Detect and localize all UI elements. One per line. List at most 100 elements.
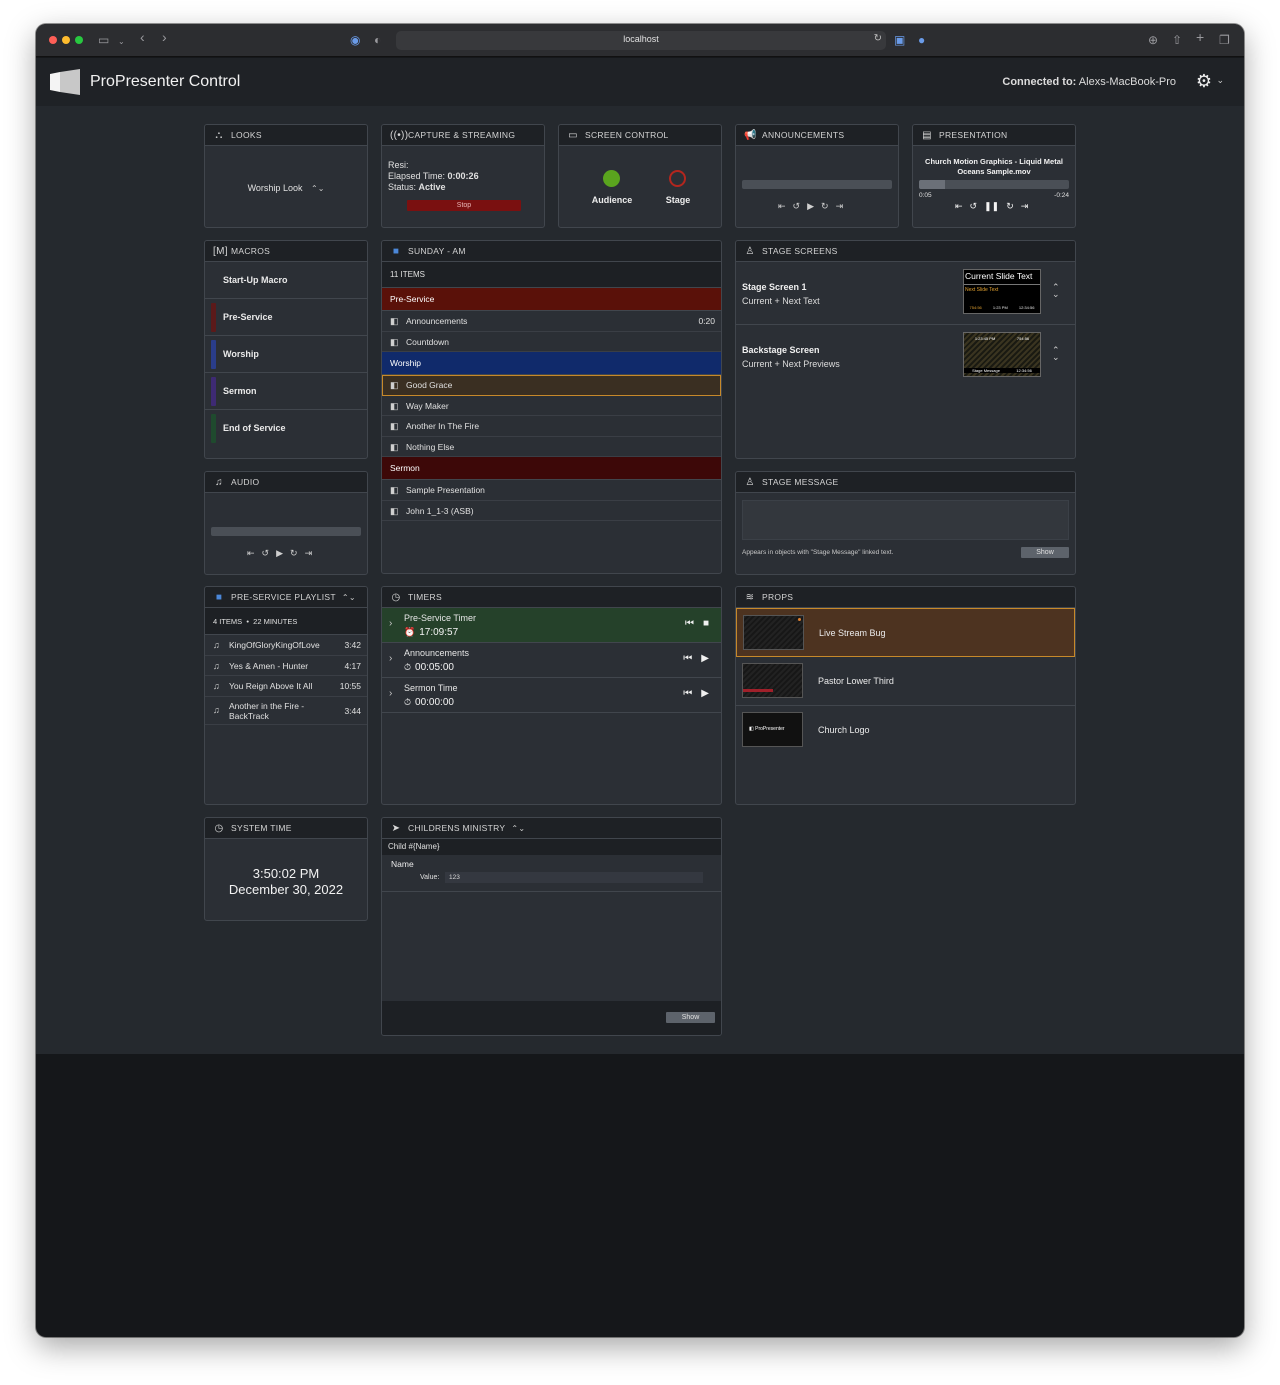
reset-icon[interactable]: ⏮ <box>683 653 692 664</box>
childrens-ministry-header[interactable]: ➤ CHILDRENS MINISTRY ⌃⌄ <box>382 818 721 839</box>
close-window-button[interactable] <box>49 36 57 44</box>
preview-clock: 12:34:56 <box>1016 368 1032 373</box>
rewind-icon[interactable]: ↺ <box>262 548 270 559</box>
audio-item[interactable]: ♫ Another in the Fire - BackTrack 3:44 <box>205 697 367 725</box>
back-icon[interactable]: ‹ <box>140 29 145 45</box>
playlist-item[interactable]: ◧ Way Maker <box>382 396 721 416</box>
prop-item[interactable]: ◧ ProPresenter Church Logo <box>736 706 1075 755</box>
extension-icon[interactable]: ◉ <box>350 32 360 48</box>
audio-item[interactable]: ♫ KingOfGloryKingOfLove 3:42 <box>205 635 367 656</box>
rewind-icon[interactable]: ↺ <box>970 201 978 212</box>
rewind-icon[interactable]: ↺ <box>793 201 801 212</box>
password-icon[interactable]: ● <box>918 32 925 48</box>
chevron-right-icon[interactable]: › <box>389 618 392 629</box>
macro-item[interactable]: Worship <box>205 336 367 373</box>
prop-item[interactable]: Pastor Lower Third <box>736 657 1075 706</box>
play-icon[interactable]: ▶ <box>807 201 814 212</box>
prop-item-selected[interactable]: Live Stream Bug <box>736 608 1075 657</box>
macro-item[interactable]: End of Service <box>205 410 367 447</box>
announcements-progress[interactable] <box>742 180 892 189</box>
stage-message-show-button[interactable]: Show <box>1021 547 1069 558</box>
forward-icon[interactable]: ↻ <box>821 201 829 212</box>
zoom-window-button[interactable] <box>75 36 83 44</box>
minimize-window-button[interactable] <box>62 36 70 44</box>
stage-toggle[interactable] <box>669 170 686 187</box>
new-tab-icon[interactable]: + <box>1196 29 1204 45</box>
macro-item[interactable]: Start-Up Macro <box>205 262 367 299</box>
playlist-section-pre-service[interactable]: Pre-Service <box>382 288 721 311</box>
reset-icon[interactable]: ⏮ <box>685 618 694 629</box>
stop-capture-button[interactable]: Stop <box>407 200 521 211</box>
broadcast-icon: ((•)) <box>390 129 409 141</box>
next-slide-icon[interactable]: ⇥ <box>836 201 844 212</box>
preview-status-row: Stage Message 12:34:56 <box>964 368 1040 373</box>
macros-header: [M] MACROS <box>205 241 367 262</box>
childrens-ministry-show-button[interactable]: Show <box>666 1012 715 1023</box>
audio-progress[interactable] <box>211 527 361 536</box>
play-icon[interactable]: ▶ <box>701 688 709 699</box>
chevron-updown-icon[interactable]: ⌃ ⌄ <box>1052 346 1060 362</box>
gear-icon[interactable]: ⚙ <box>1196 71 1212 92</box>
audio-item[interactable]: ♫ Yes & Amen - Hunter 4:17 <box>205 656 367 676</box>
playlist-item[interactable]: ◧ John 1_1-3 (ASB) <box>382 501 721 521</box>
extension-icon[interactable]: ▣ <box>894 32 905 48</box>
chevron-down-icon[interactable]: ⌄ <box>1216 75 1224 86</box>
play-icon[interactable]: ▶ <box>701 653 709 664</box>
sidebar-toggle-icon[interactable]: ▭ <box>98 32 109 48</box>
playlist-section-sermon[interactable]: Sermon <box>382 457 721 480</box>
forward-icon[interactable]: ↻ <box>290 548 298 559</box>
tab-overview-icon[interactable]: ❐ <box>1219 32 1230 48</box>
timer-row[interactable]: › Announcements ⏱ 00:05:00 ⏮ ▶ <box>382 643 721 678</box>
pre-service-playlist-header[interactable]: ■ PRE-SERVICE PLAYLIST ⌃⌄ <box>205 587 367 608</box>
stage-message-input[interactable] <box>742 500 1069 540</box>
chevron-updown-icon[interactable]: ⌃ ⌄ <box>1052 283 1060 299</box>
playlist-item-selected[interactable]: ◧ Good Grace <box>382 375 721 396</box>
macro-item[interactable]: Pre-Service <box>205 299 367 336</box>
reset-icon[interactable]: ⏮ <box>683 688 692 699</box>
privacy-shield-icon[interactable]: ◐ <box>374 32 381 48</box>
stop-icon[interactable]: ■ <box>703 618 709 629</box>
system-time-title: SYSTEM TIME <box>231 823 292 833</box>
reload-icon[interactable]: ↻ <box>874 33 882 44</box>
system-time-value: 3:50:02 PM <box>252 866 320 881</box>
audio-item[interactable]: ♫ You Reign Above It All 10:55 <box>205 676 367 697</box>
previous-slide-icon[interactable]: ⇤ <box>778 201 786 212</box>
value-input[interactable]: 123 <box>445 872 703 883</box>
playlist-item[interactable]: ◧ Sample Presentation <box>382 480 721 501</box>
chevron-right-icon[interactable]: › <box>389 688 392 699</box>
chevron-right-icon[interactable]: › <box>389 653 392 664</box>
next-track-icon[interactable]: ⇥ <box>305 548 313 559</box>
audio-item-name: KingOfGloryKingOfLove <box>229 640 320 650</box>
presentation-icon: ◧ <box>390 505 399 516</box>
forward-icon[interactable]: › <box>162 29 167 45</box>
alarm-icon: ⏰ <box>404 627 416 637</box>
share-icon[interactable]: ⇧ <box>1172 32 1182 48</box>
status-label: Status: <box>388 182 417 192</box>
playlist-item[interactable]: ◧ Announcements 0:20 <box>382 311 721 332</box>
preview-next-text: Next Slide Text <box>965 287 999 293</box>
next-slide-icon[interactable]: ⇥ <box>1021 201 1029 212</box>
playlist-title: SUNDAY - AM <box>408 246 466 256</box>
forward-icon[interactable]: ↻ <box>1006 201 1014 212</box>
macro-color-bar <box>211 266 216 295</box>
presentation-progress[interactable] <box>919 180 1069 189</box>
look-selector[interactable]: Worship Look ⌃⌄ <box>205 183 367 193</box>
previous-track-icon[interactable]: ⇤ <box>247 548 255 559</box>
playlist-item[interactable]: ◧ Countdown <box>382 332 721 352</box>
props-title: PROPS <box>762 592 794 602</box>
address-bar[interactable]: localhost ↻ <box>396 31 886 50</box>
previous-slide-icon[interactable]: ⇤ <box>955 201 963 212</box>
lower-third-bar <box>743 689 773 692</box>
download-icon[interactable]: ⊕ <box>1148 32 1158 48</box>
audience-toggle[interactable] <box>603 170 620 187</box>
chevron-down-icon[interactable]: ⌄ <box>118 34 125 50</box>
macro-item[interactable]: Sermon <box>205 373 367 410</box>
timer-row[interactable]: › Sermon Time ⏱ 00:00:00 ⏮ ▶ <box>382 678 721 713</box>
play-icon[interactable]: ▶ <box>276 548 283 559</box>
pause-icon[interactable]: ❚❚ <box>984 201 999 212</box>
playlist-item[interactable]: ◧ Nothing Else <box>382 437 721 457</box>
playlist-section-worship[interactable]: Worship <box>382 352 721 375</box>
presentation-remaining: -0:24 <box>1054 192 1069 199</box>
timer-row[interactable]: › Pre-Service Timer ⏰ 17:09:57 ⏮ ■ <box>382 608 721 643</box>
playlist-item[interactable]: ◧ Another In The Fire <box>382 416 721 437</box>
